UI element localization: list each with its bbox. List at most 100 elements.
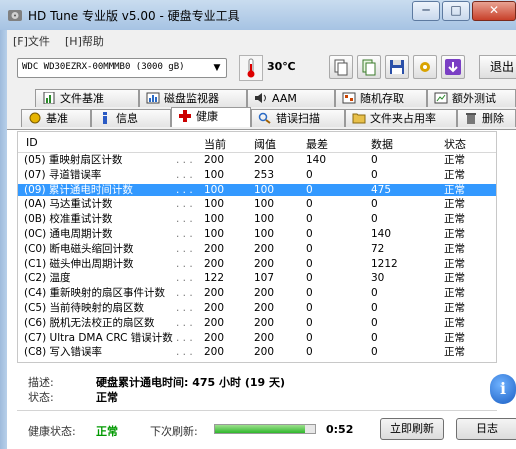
table-row[interactable]: (C8) 写入错误率 200 200 0 0 正常 . . . xyxy=(18,346,496,358)
tab-extra-tests[interactable]: 额外测试 xyxy=(427,89,516,107)
table-row[interactable]: (C1) 磁头伸出周期计数 200 200 0 1212 正常 . . . xyxy=(18,258,496,270)
cell-id: (C6) 脱机无法校正的扇区数 xyxy=(24,316,155,329)
cell-worst: 0 xyxy=(306,242,313,255)
copy-all-icon[interactable] xyxy=(357,55,381,79)
cell-threshold: 200 xyxy=(254,331,275,344)
tab-label: 删除 xyxy=(482,112,504,125)
log-button[interactable]: 日志 xyxy=(456,418,516,440)
copy-icon[interactable] xyxy=(329,55,353,79)
save-icon[interactable] xyxy=(385,55,409,79)
tab-bar: 文件基准 磁盘监视器 AAM 随机存取 额外测试 基准 信息 健康 错误扫描 文… xyxy=(7,86,516,130)
cell-status: 正常 xyxy=(444,302,465,314)
column-header-data[interactable]: 数据 xyxy=(371,136,393,152)
cell-status: 正常 xyxy=(444,198,465,211)
cell-threshold: 100 xyxy=(254,213,275,226)
divider xyxy=(17,410,497,411)
cell-worst: 0 xyxy=(306,316,313,329)
cell-id: (05) 重映射扇区计数 xyxy=(24,154,123,166)
row-dots: . . . xyxy=(176,287,193,300)
tab-label: 健康 xyxy=(196,110,218,123)
tab-health[interactable]: 健康 xyxy=(171,107,251,127)
table-row[interactable]: (05) 重映射扇区计数 200 200 140 0 正常 . . . xyxy=(18,154,496,166)
cell-current: 100 xyxy=(204,213,225,226)
help-info-icon[interactable]: i xyxy=(490,374,516,404)
table-row[interactable]: (0C) 通电周期计数 100 100 0 140 正常 . . . xyxy=(18,228,496,240)
tab-random-access[interactable]: 随机存取 xyxy=(335,89,427,107)
cell-data: 0 xyxy=(371,154,378,166)
smart-table[interactable]: ID 当前 阈值 最差 数据 状态 (05) 重映射扇区计数 200 200 140 0… xyxy=(17,131,497,363)
refresh-progress-fill xyxy=(215,425,305,433)
cell-status: 正常 xyxy=(444,272,465,285)
cell-data: 475 xyxy=(371,183,392,196)
next-refresh-label: 下次刷新: xyxy=(150,425,198,438)
column-header-status[interactable]: 状态 xyxy=(444,136,466,152)
app-window: HD Tune 专业版 v5.00 - 硬盘专业工具 ─ □ ✕ [F]文件 [… xyxy=(0,0,516,449)
table-header: ID 当前 阈值 最差 数据 状态 xyxy=(18,132,496,153)
trash-icon xyxy=(464,112,478,124)
cell-threshold: 200 xyxy=(254,346,275,359)
cell-id: (09) 累计通电时间计数 xyxy=(24,183,133,196)
tab-error-scan[interactable]: 错误扫描 xyxy=(251,109,345,127)
refresh-now-button[interactable]: 立即刷新 xyxy=(380,418,444,440)
disk-monitor-icon xyxy=(146,92,160,104)
cell-current: 200 xyxy=(204,242,225,255)
download-arrow-icon[interactable] xyxy=(441,55,465,79)
menu-bar: [F]文件 [H]帮助 xyxy=(7,30,516,50)
cell-current: 200 xyxy=(204,346,225,359)
options-icon[interactable] xyxy=(413,55,437,79)
table-row[interactable]: (07) 寻道错误率 100 253 0 0 正常 . . . xyxy=(18,169,496,181)
close-button[interactable]: ✕ xyxy=(472,1,516,21)
cell-threshold: 100 xyxy=(254,183,275,196)
benchmark-icon xyxy=(28,112,42,124)
column-header-current[interactable]: 当前 xyxy=(204,136,226,152)
drive-select[interactable]: WDC WD30EZRX-00MMMB0 (3000 gB) ▼ xyxy=(17,58,227,78)
table-row[interactable]: (09) 累计通电时间计数 100 100 0 475 正常 . . . xyxy=(18,183,496,196)
table-row[interactable]: (0B) 校准重试计数 100 100 0 0 正常 . . . xyxy=(18,213,496,225)
cell-data: 0 xyxy=(371,316,378,329)
tab-aam[interactable]: AAM xyxy=(247,89,335,107)
tab-benchmark[interactable]: 基准 xyxy=(21,109,91,127)
tab-folder-usage[interactable]: 文件夹占用率 xyxy=(345,109,457,127)
cell-threshold: 200 xyxy=(254,316,275,329)
exit-button[interactable]: 退出 xyxy=(479,55,516,79)
cell-id: (C7) Ultra DMA CRC 错误计数 xyxy=(24,331,173,344)
cell-data: 30 xyxy=(371,272,385,285)
cell-worst: 0 xyxy=(306,228,313,240)
cell-threshold: 253 xyxy=(254,168,275,181)
menu-file[interactable]: [F]文件 xyxy=(13,33,50,49)
app-disk-icon xyxy=(8,10,22,21)
cell-data: 0 xyxy=(371,346,378,359)
column-header-worst[interactable]: 最差 xyxy=(306,136,328,152)
menu-help[interactable]: [H]帮助 xyxy=(65,33,104,49)
chevron-down-icon[interactable]: ▼ xyxy=(208,59,226,77)
table-row[interactable]: (C0) 断电磁头缩回计数 200 200 0 72 正常 . . . xyxy=(18,243,496,255)
column-header-id[interactable]: ID xyxy=(26,136,38,149)
cell-threshold: 200 xyxy=(254,242,275,255)
row-dots: . . . xyxy=(176,257,193,270)
column-header-threshold[interactable]: 阈值 xyxy=(254,136,276,152)
info-icon xyxy=(98,112,112,124)
tab-info[interactable]: 信息 xyxy=(91,109,171,127)
table-row[interactable]: (C6) 脱机无法校正的扇区数 200 200 0 0 正常 . . . xyxy=(18,317,496,329)
table-row[interactable]: (C4) 重新映射的扇区事件计数 200 200 0 0 正常 . . . xyxy=(18,287,496,299)
drive-select-value: WDC WD30EZRX-00MMMB0 (3000 gB) xyxy=(22,62,185,72)
cell-worst: 0 xyxy=(306,346,313,359)
maximize-button[interactable]: □ xyxy=(442,1,470,21)
cell-status: 正常 xyxy=(444,154,465,166)
tab-erase[interactable]: 删除 xyxy=(457,109,516,127)
table-row[interactable]: (C7) Ultra DMA CRC 错误计数 200 200 0 0 正常 . . . xyxy=(18,332,496,344)
row-dots: . . . xyxy=(176,346,193,359)
table-row[interactable]: (C2) 温度 122 107 0 30 正常 . . . xyxy=(18,272,496,284)
refresh-countdown: 0:52 xyxy=(326,423,354,436)
cell-worst: 0 xyxy=(306,302,313,314)
toolbar: WDC WD30EZRX-00MMMB0 (3000 gB) ▼ 30℃ 退出 xyxy=(7,50,516,86)
cell-status: 正常 xyxy=(444,183,465,196)
minimize-button[interactable]: ─ xyxy=(412,1,440,21)
cell-current: 100 xyxy=(204,168,225,181)
cell-worst: 140 xyxy=(306,154,327,166)
tab-disk-monitor[interactable]: 磁盘监视器 xyxy=(139,89,247,107)
table-row[interactable]: (0A) 马达重试计数 100 100 0 0 正常 . . . xyxy=(18,198,496,210)
cell-worst: 0 xyxy=(306,198,313,211)
table-row[interactable]: (C5) 当前待映射的扇区数 200 200 0 0 正常 . . . xyxy=(18,302,496,314)
tab-file-benchmark[interactable]: 文件基准 xyxy=(35,89,139,107)
